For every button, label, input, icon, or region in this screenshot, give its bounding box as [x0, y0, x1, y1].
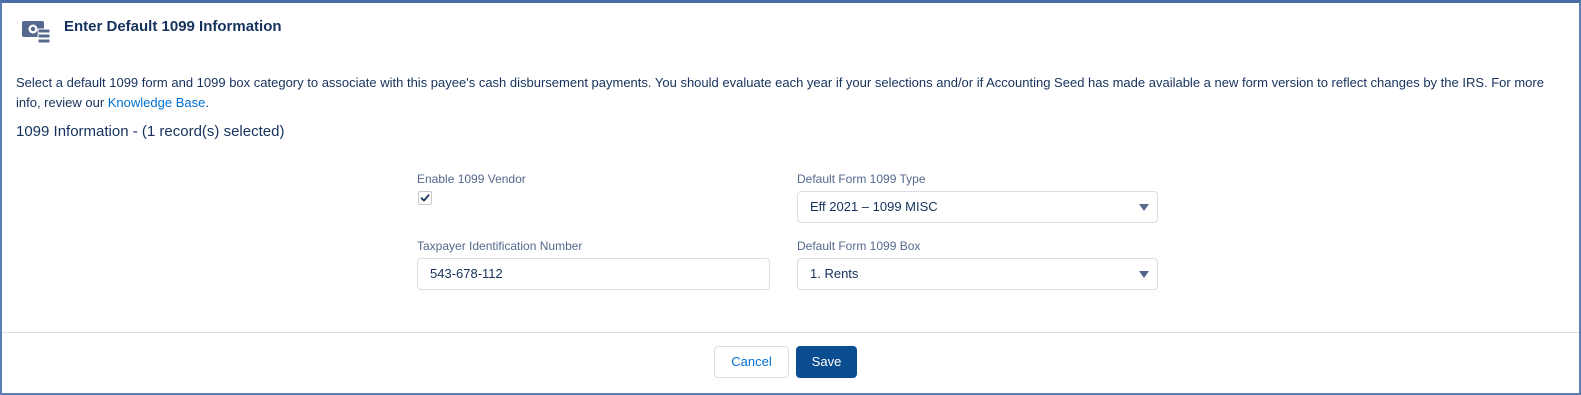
form-box-value: 1. Rents — [810, 266, 859, 281]
page-title: Enter Default 1099 Information — [64, 18, 282, 35]
description-body: Select a default 1099 form and 1099 box … — [16, 75, 1544, 110]
description-text: Select a default 1099 form and 1099 box … — [16, 73, 1561, 113]
enable-vendor-checkbox[interactable] — [418, 191, 432, 205]
footer-divider — [2, 332, 1579, 333]
form-box-label: Default Form 1099 Box — [797, 239, 921, 253]
section-title: 1099 Information - (1 record(s) selected… — [16, 123, 285, 140]
tin-label: Taxpayer Identification Number — [417, 239, 583, 253]
cancel-button[interactable]: Cancel — [714, 346, 789, 378]
chevron-down-icon — [1139, 204, 1149, 211]
save-button[interactable]: Save — [796, 346, 857, 378]
knowledge-base-link[interactable]: Knowledge Base — [108, 95, 206, 110]
form-type-label: Default Form 1099 Type — [797, 172, 926, 186]
tin-input[interactable]: 543-678-112 — [417, 258, 770, 290]
cash-disbursement-icon — [20, 17, 54, 47]
checkmark-icon — [420, 194, 430, 202]
form-box-select[interactable]: 1. Rents — [797, 258, 1158, 290]
modal-window: Enter Default 1099 Information Select a … — [0, 0, 1581, 395]
form-type-select[interactable]: Eff 2021 – 1099 MISC — [797, 191, 1158, 223]
enable-vendor-label: Enable 1099 Vendor — [417, 172, 526, 186]
description-suffix: . — [205, 95, 209, 110]
form-type-value: Eff 2021 – 1099 MISC — [810, 199, 938, 214]
chevron-down-icon — [1139, 271, 1149, 278]
